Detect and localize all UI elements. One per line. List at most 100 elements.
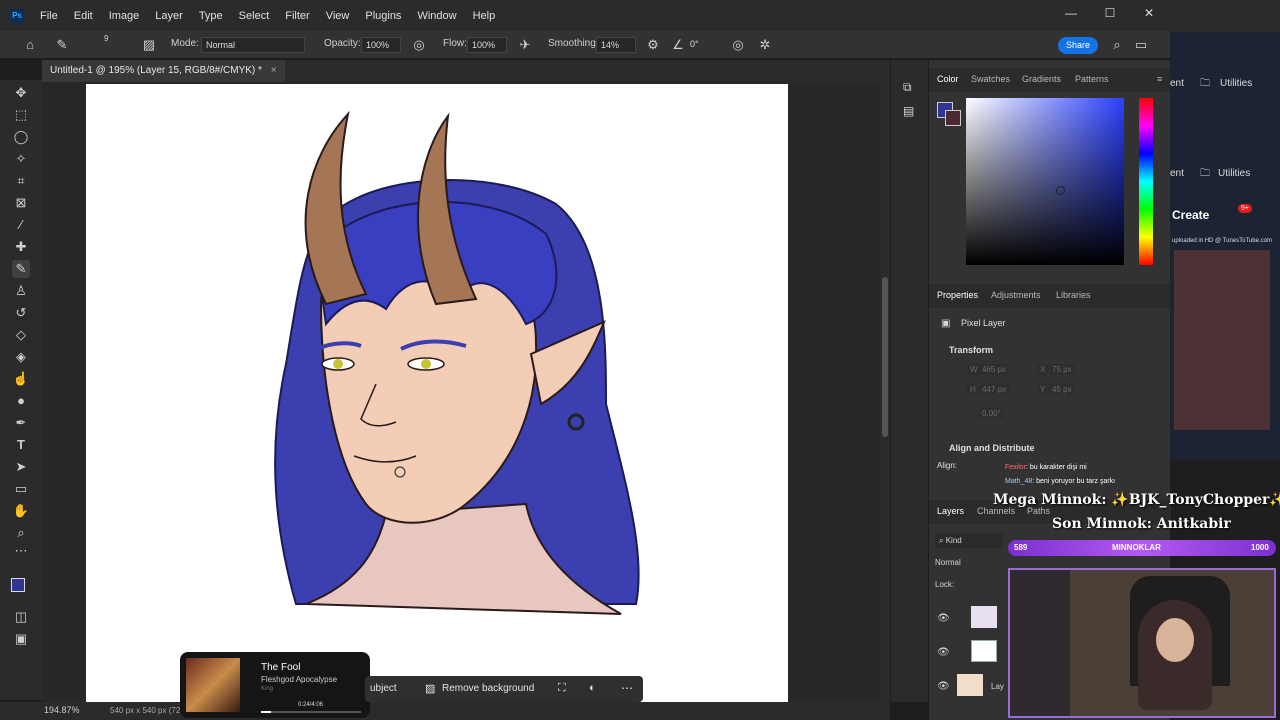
angle-field[interactable]: 0.00° (979, 408, 1004, 419)
tab-adjustments[interactable]: Adjustments (991, 290, 1041, 300)
layer-filter-select[interactable]: ⌕ Kind (935, 534, 1003, 548)
menu-help[interactable]: Help (465, 10, 504, 22)
tab-swatches[interactable]: Swatches (971, 74, 1010, 84)
vertical-scrollbar[interactable] (880, 82, 890, 702)
select-subject-button[interactable]: ubject (370, 683, 397, 694)
y-field[interactable]: 45 px (1049, 384, 1075, 395)
color-picker-handle[interactable] (1056, 186, 1065, 195)
menu-select[interactable]: Select (231, 10, 278, 22)
history-panel-icon[interactable]: ⧉ (903, 80, 912, 95)
blend-mode-select[interactable]: Normal (935, 558, 961, 567)
magic-wand-icon[interactable]: ✧ (12, 150, 30, 168)
hand-tool-icon[interactable]: ✋ (12, 502, 30, 520)
menu-view[interactable]: View (318, 10, 358, 22)
eyedropper-icon[interactable]: ⁄ (12, 216, 30, 234)
transform-section-title[interactable]: Transform (949, 345, 993, 355)
height-field[interactable]: 447 px (979, 384, 1010, 395)
align-section-title[interactable]: Align and Distribute (949, 443, 1035, 453)
brush-settings-icon[interactable]: ▨ (141, 37, 157, 53)
menu-plugins[interactable]: Plugins (357, 10, 409, 22)
flow-field[interactable]: 100% (467, 37, 507, 53)
minimize-button[interactable]: — (1061, 6, 1081, 20)
tab-gradients[interactable]: Gradients (1022, 74, 1061, 84)
lasso-tool-icon[interactable]: ◯ (12, 128, 30, 146)
close-window-button[interactable]: ✕ (1139, 6, 1159, 20)
opacity-field[interactable]: 100% (361, 37, 401, 53)
pressure-opacity-icon[interactable]: ◎ (411, 37, 427, 53)
more-options-icon[interactable]: ⋯ (621, 681, 633, 695)
zoom-tool-icon[interactable]: ⌕ (12, 524, 30, 542)
scrollbar-thumb[interactable] (882, 277, 888, 437)
close-tab-icon[interactable]: × (271, 65, 277, 76)
background-color-chip[interactable] (945, 110, 961, 126)
visibility-eye-icon[interactable]: 👁 (937, 613, 950, 624)
x-field[interactable]: 75 px (1049, 364, 1075, 375)
menu-image[interactable]: Image (101, 10, 148, 22)
rectangle-tool-icon[interactable]: ▭ (12, 480, 30, 498)
canvas-area[interactable] (42, 82, 880, 702)
panel-menu-icon[interactable]: ≡ (1157, 74, 1162, 84)
foreground-color-swatch[interactable] (11, 578, 25, 592)
layer-name[interactable]: Lay (991, 682, 1004, 691)
transform-icon[interactable]: ⛶ (558, 682, 566, 695)
pressure-size-icon[interactable]: ◎ (730, 37, 746, 53)
workspace-icon[interactable]: ▭ (1133, 37, 1149, 53)
move-tool-icon[interactable]: ✥ (12, 84, 30, 102)
stamp-tool-icon[interactable]: ♙ (12, 282, 30, 300)
tab-color[interactable]: Color (937, 74, 959, 84)
type-tool-icon[interactable]: T (12, 436, 30, 454)
document-canvas[interactable] (86, 84, 788, 702)
search-icon[interactable]: ⌕ (1109, 37, 1125, 53)
gear-icon[interactable]: ⚙ (645, 37, 661, 53)
more-tools-icon[interactable]: ⋯ (12, 542, 30, 560)
smudge-tool-icon[interactable]: ☝ (12, 370, 30, 388)
menu-filter[interactable]: Filter (277, 10, 317, 22)
quick-mask-icon[interactable]: ◫ (12, 608, 30, 626)
history-brush-icon[interactable]: ↺ (12, 304, 30, 322)
layer-thumbnail[interactable] (957, 674, 983, 696)
share-button[interactable]: Share (1058, 37, 1098, 54)
zoom-level[interactable]: 194.87% (44, 705, 80, 715)
marquee-tool-icon[interactable]: ⬚ (12, 106, 30, 124)
menu-type[interactable]: Type (191, 10, 231, 22)
menu-layer[interactable]: Layer (147, 10, 191, 22)
menu-file[interactable]: File (32, 10, 66, 22)
width-field[interactable]: 465 px (979, 364, 1010, 375)
menu-edit[interactable]: Edit (66, 10, 101, 22)
bucket-tool-icon[interactable]: ◈ (12, 348, 30, 366)
brush-tool-icon[interactable]: ✎ (54, 37, 70, 53)
home-icon[interactable]: ⌂ (22, 37, 38, 53)
tab-layers[interactable]: Layers (937, 506, 964, 516)
path-select-icon[interactable]: ➤ (12, 458, 30, 476)
angle-field[interactable]: 0° (686, 37, 726, 53)
color-field[interactable] (966, 98, 1124, 265)
hue-slider[interactable] (1139, 98, 1153, 265)
layer-thumbnail[interactable] (971, 640, 997, 662)
tab-libraries[interactable]: Libraries (1056, 290, 1091, 300)
brush-tool-icon[interactable]: ✎ (12, 260, 30, 278)
screen-mode-icon[interactable]: ▣ (12, 630, 30, 648)
eraser-tool-icon[interactable]: ◇ (12, 326, 30, 344)
brush-size-value[interactable]: 9 (104, 34, 108, 43)
remove-background-button[interactable]: Remove background (442, 683, 534, 694)
layer-thumbnail[interactable] (971, 606, 997, 628)
visibility-eye-icon[interactable]: 👁 (937, 681, 950, 692)
symmetry-icon[interactable]: ✲ (757, 37, 773, 53)
mode-select[interactable]: Normal (201, 37, 305, 53)
dodge-tool-icon[interactable]: ● (12, 392, 30, 410)
tab-properties[interactable]: Properties (937, 290, 978, 300)
comments-panel-icon[interactable]: ▤ (903, 104, 914, 118)
maximize-button[interactable]: ☐ (1100, 6, 1120, 20)
align-label: Align: (937, 461, 958, 470)
adjust-icon[interactable]: ◐ (589, 682, 596, 694)
airbrush-icon[interactable]: ✈ (517, 37, 533, 53)
healing-brush-icon[interactable]: ✚ (12, 238, 30, 256)
document-tab[interactable]: Untitled-1 @ 195% (Layer 15, RGB/8#/CMYK… (42, 60, 285, 82)
frame-tool-icon[interactable]: ⊠ (12, 194, 30, 212)
smoothing-field[interactable]: 14% (596, 37, 636, 53)
crop-tool-icon[interactable]: ⌗ (12, 172, 30, 190)
pen-tool-icon[interactable]: ✒ (12, 414, 30, 432)
tab-patterns[interactable]: Patterns (1075, 74, 1109, 84)
visibility-eye-icon[interactable]: 👁 (937, 647, 950, 658)
menu-window[interactable]: Window (409, 10, 464, 22)
